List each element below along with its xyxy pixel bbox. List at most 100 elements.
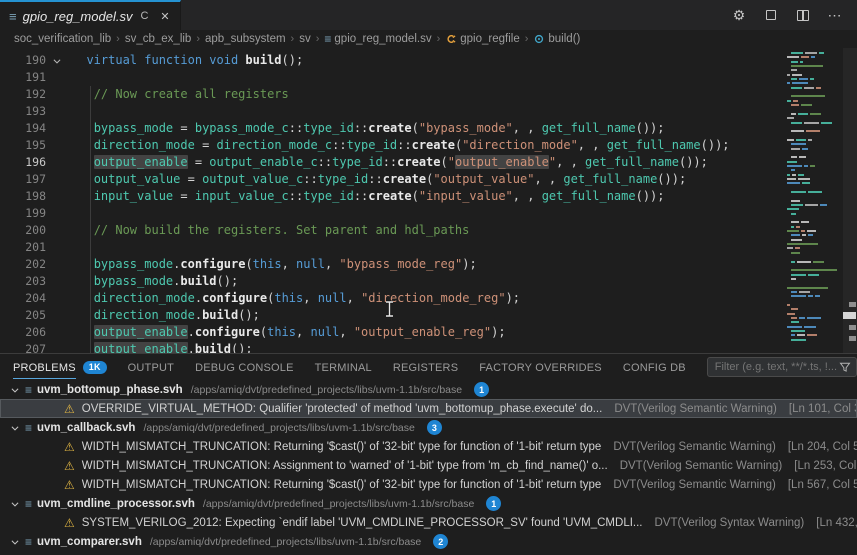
- chevron-down-icon[interactable]: [10, 385, 20, 395]
- fold-gutter: [46, 273, 68, 290]
- code-line-197[interactable]: 197 output_value = output_value_c::type_i…: [0, 171, 782, 188]
- problem-location: [Ln 432, Col 1]: [816, 517, 857, 529]
- code-line-200[interactable]: 200// Now build the registers. Set paren…: [0, 222, 782, 239]
- line-number: 197: [0, 171, 46, 188]
- breadcrumb-item[interactable]: soc_verification_lib: [14, 33, 111, 45]
- tab-gpio-reg-model[interactable]: ≡ gpio_reg_model.sv C ✕: [0, 0, 181, 30]
- line-number: 196: [0, 154, 46, 171]
- panel-tab-output[interactable]: OUTPUT: [128, 354, 174, 380]
- overview-ruler-scrollbar[interactable]: [843, 48, 857, 353]
- split-editor-icon[interactable]: [795, 7, 811, 23]
- code-text: output_value = output_value_c::type_id::…: [68, 171, 686, 188]
- code-line-207[interactable]: 207output_enable.build();: [0, 341, 782, 353]
- close-tab-icon[interactable]: ✕: [160, 10, 169, 23]
- code-line-199[interactable]: 199: [0, 205, 782, 222]
- breadcrumb-separator: ›: [116, 33, 120, 45]
- fold-gutter: [46, 222, 68, 239]
- chevron-down-icon[interactable]: [10, 423, 20, 433]
- problem-warning-row[interactable]: ⚠WIDTH_MISMATCH_TRUNCATION: Assignment t…: [0, 456, 857, 475]
- code-line-204[interactable]: 204direction_mode.configure(this, null, …: [0, 290, 782, 307]
- method-icon: [533, 33, 545, 45]
- minimap-line: [785, 82, 841, 84]
- problem-file-name: uvm_bottomup_phase.svh: [37, 384, 183, 396]
- panel-tab-problems[interactable]: PROBLEMS1K: [13, 354, 107, 380]
- minimap-line: [785, 204, 841, 206]
- code-line-198[interactable]: 198input_value = input_value_c::type_id:…: [0, 188, 782, 205]
- problem-warning-row[interactable]: ⚠SYSTEM_VERILOG_2012: Expecting `endif l…: [0, 513, 857, 532]
- problem-warning-row[interactable]: ⚠ OVERRIDE_VIRTUAL_METHOD: Qualifier 'pro…: [0, 399, 857, 418]
- code-line-202[interactable]: 202bypass_mode.configure(this, null, "by…: [0, 256, 782, 273]
- problem-warning-row[interactable]: ⚠WIDTH_MISMATCH_TRUNCATION: Returning '$…: [0, 475, 857, 494]
- breadcrumb-item[interactable]: build(): [533, 33, 580, 45]
- panel-tab-factory-overrides[interactable]: FACTORY OVERRIDES: [479, 354, 602, 380]
- breadcrumb-item[interactable]: sv_cb_ex_lib: [125, 33, 191, 45]
- fold-gutter: [46, 86, 68, 103]
- code-line-194[interactable]: 194bypass_mode = bypass_mode_c::type_id:…: [0, 120, 782, 137]
- minimap-line: [785, 174, 841, 176]
- breadcrumb-item[interactable]: sv: [299, 33, 311, 45]
- code-line-201[interactable]: 201: [0, 239, 782, 256]
- panel-tab-config-db[interactable]: CONFIG DB: [623, 354, 686, 380]
- breadcrumb-item[interactable]: apb_subsystem: [205, 33, 286, 45]
- minimap-line: [785, 230, 841, 232]
- minimap-line: [785, 61, 841, 63]
- minimap-line: [785, 78, 841, 80]
- minimap-line: [785, 321, 841, 323]
- problem-file-path: /apps/amiq/dvt/predefined_projects/libs/…: [150, 536, 421, 548]
- code-line-193[interactable]: 193: [0, 103, 782, 120]
- file-icon: ≡: [9, 9, 17, 24]
- editor-tab-bar: ≡ gpio_reg_model.sv C ✕ ⚙ ⋯: [0, 0, 857, 30]
- minimap-line: [785, 113, 841, 115]
- problems-file-row[interactable]: ≡uvm_cmdline_processor.svh/apps/amiq/dvt…: [0, 494, 857, 513]
- fold-gutter: [46, 120, 68, 137]
- problem-file-name: uvm_comparer.svh: [37, 536, 142, 548]
- minimap-line: [785, 100, 841, 102]
- code-line-192[interactable]: 192// Now create all registers: [0, 86, 782, 103]
- problem-message: OVERRIDE_VIRTUAL_METHOD: Qualifier 'prot…: [82, 403, 603, 415]
- panel-tab-registers[interactable]: REGISTERS: [393, 354, 458, 380]
- chevron-down-icon[interactable]: [10, 499, 20, 509]
- code-line-206[interactable]: 206output_enable.configure(this, null, "…: [0, 324, 782, 341]
- fold-gutter: [46, 256, 68, 273]
- word-occurrence-highlight: output_enable: [94, 325, 188, 339]
- breadcrumb-item[interactable]: gpio_regfile: [445, 33, 519, 45]
- code-editor[interactable]: 189190virtual function void build();1911…: [0, 48, 857, 353]
- chevron-down-icon[interactable]: [10, 537, 20, 547]
- file-problem-count-badge: 1: [474, 382, 489, 397]
- code-text: output_enable = output_enable_c::type_id…: [68, 154, 708, 171]
- breadcrumb-item[interactable]: ≡gpio_reg_model.sv: [324, 32, 431, 46]
- problem-source: DVT(Verilog Semantic Warning): [613, 479, 776, 491]
- layout-icon[interactable]: [763, 7, 779, 23]
- panel-tab-debug-console[interactable]: DEBUG CONSOLE: [195, 354, 294, 380]
- code-line-203[interactable]: 203bypass_mode.build();: [0, 273, 782, 290]
- code-text: [68, 69, 94, 86]
- minimap-line: [785, 330, 841, 332]
- minimap-line: [785, 252, 841, 254]
- code-text: // Now create all registers: [68, 86, 289, 103]
- code-line-190[interactable]: 190virtual function void build();: [0, 52, 782, 69]
- line-number: 206: [0, 324, 46, 341]
- problems-file-row[interactable]: ≡uvm_bottomup_phase.svh/apps/amiq/dvt/pr…: [0, 380, 857, 399]
- code-line-191[interactable]: 191: [0, 69, 782, 86]
- panel-tab-terminal[interactable]: TERMINAL: [315, 354, 372, 380]
- problem-warning-row[interactable]: ⚠WIDTH_MISMATCH_TRUNCATION: Returning '$…: [0, 437, 857, 456]
- editor-window: ≡ gpio_reg_model.sv C ✕ ⚙ ⋯ soc_verifica…: [0, 0, 857, 555]
- code-line-196[interactable]: 196 output_enable = output_enable_c::type…: [0, 154, 782, 171]
- problems-file-row[interactable]: ≡uvm_callback.svh/apps/amiq/dvt/predefin…: [0, 418, 857, 437]
- minimap-line: [785, 265, 841, 267]
- problems-filter-input[interactable]: [715, 361, 839, 373]
- code-line-205[interactable]: 205direction_mode.build();: [0, 307, 782, 324]
- minimap-line: [785, 74, 841, 76]
- settings-gear-icon[interactable]: ⚙: [731, 7, 747, 23]
- warning-icon: ⚠: [64, 402, 75, 416]
- minimap[interactable]: [782, 48, 843, 353]
- minimap-line: [785, 178, 841, 180]
- fold-chevron-icon[interactable]: [46, 52, 68, 69]
- ruler-marker: [843, 312, 856, 319]
- problems-file-row[interactable]: ≡uvm_comparer.svh/apps/amiq/dvt/predefin…: [0, 532, 857, 551]
- more-actions-icon[interactable]: ⋯: [827, 7, 843, 23]
- fold-gutter: [46, 188, 68, 205]
- problems-filter-box[interactable]: [707, 357, 857, 377]
- code-line-195[interactable]: 195direction_mode = direction_mode_c::ty…: [0, 137, 782, 154]
- breadcrumb-label: sv: [299, 33, 311, 45]
